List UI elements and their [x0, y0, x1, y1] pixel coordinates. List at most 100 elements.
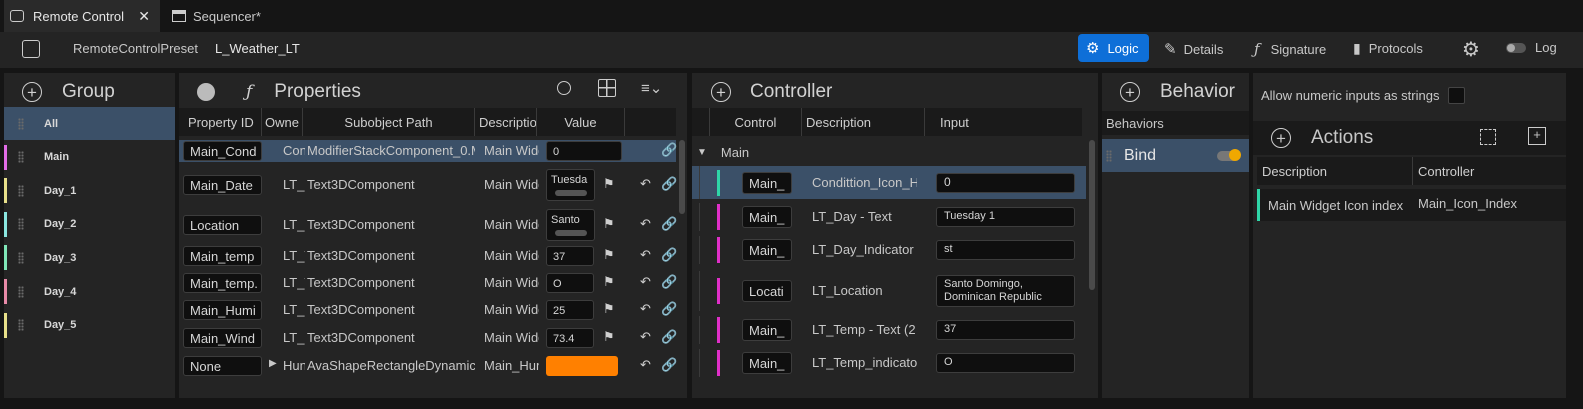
- drag-handle-icon[interactable]: [18, 151, 24, 164]
- close-icon[interactable]: ✕: [138, 8, 150, 25]
- value-field[interactable]: Tuesda: [546, 169, 595, 201]
- property-id-field[interactable]: Main_Wind: [183, 328, 262, 348]
- control-field[interactable]: Main_: [742, 239, 792, 261]
- link-icon[interactable]: 🔗: [661, 329, 677, 345]
- col-action-description[interactable]: Description: [1257, 157, 1413, 185]
- property-row[interactable]: Main_temp LT_TText3DComponent Main Widg 37 ⚑…: [179, 244, 677, 268]
- flag-icon[interactable]: ⚑: [603, 329, 615, 345]
- col-owner[interactable]: Owne: [262, 108, 303, 136]
- col-description[interactable]: Descriptio: [475, 108, 537, 136]
- add-controller-icon[interactable]: +: [711, 82, 731, 102]
- control-field[interactable]: Main_: [742, 171, 792, 194]
- action-row[interactable]: Main Widget Icon index Main_Icon_Index: [1257, 189, 1566, 221]
- drag-handle-icon[interactable]: [1106, 149, 1112, 162]
- col-value[interactable]: Value: [537, 108, 625, 136]
- control-field[interactable]: Main_: [742, 319, 792, 341]
- property-id-field[interactable]: Main_Humi: [183, 300, 262, 320]
- drag-handle-icon[interactable]: [18, 251, 24, 264]
- tab-sequencer[interactable]: Sequencer*: [166, 0, 296, 32]
- add-behavior-icon[interactable]: +: [1120, 82, 1140, 102]
- value-field[interactable]: 73.4: [546, 328, 594, 348]
- value-field[interactable]: Santo: [546, 209, 595, 241]
- link-icon[interactable]: 🔗: [661, 274, 677, 290]
- value-field[interactable]: 25: [546, 300, 594, 320]
- controller-row[interactable]: Main_ LT_Day_Indicator - st: [692, 236, 1086, 264]
- reset-arrow-icon[interactable]: ↶: [640, 247, 651, 263]
- controller-row[interactable]: Main_ LT_Day - Text Tuesday 1: [692, 203, 1086, 231]
- drag-handle-icon[interactable]: [18, 117, 24, 130]
- control-field[interactable]: Main_: [742, 352, 792, 374]
- properties-scrollbar[interactable]: [679, 140, 685, 214]
- flag-icon[interactable]: ⚑: [603, 216, 615, 232]
- drag-handle-icon[interactable]: [18, 184, 24, 197]
- flag-icon[interactable]: ⚑: [603, 176, 615, 192]
- reset-arrow-icon[interactable]: ↶: [640, 329, 651, 345]
- value-field[interactable]: 0: [546, 141, 622, 161]
- filter-icon[interactable]: ≡⌄: [641, 79, 662, 97]
- function-icon[interactable]: ƒ: [246, 82, 252, 102]
- property-id-field[interactable]: Main_Date: [183, 175, 262, 195]
- property-id-field[interactable]: Main_Cond: [183, 141, 262, 161]
- drag-handle-icon[interactable]: [18, 319, 24, 332]
- control-field[interactable]: Main_: [742, 206, 792, 228]
- controller-row[interactable]: Locati LT_Location Santo Domingo, Dominica…: [692, 271, 1086, 311]
- expand-arrow-icon[interactable]: ▶: [269, 358, 277, 369]
- value-field[interactable]: 37: [546, 246, 594, 266]
- search-icon[interactable]: [557, 81, 571, 95]
- log-toggle[interactable]: Log: [1506, 40, 1557, 55]
- property-row[interactable]: None ▶ Hun AvaShapeRectangleDynamicM Main_Hu…: [179, 353, 677, 379]
- controller-input[interactable]: st: [936, 240, 1075, 260]
- control-field[interactable]: Locati: [742, 280, 792, 302]
- select-area-icon[interactable]: [1480, 129, 1496, 145]
- flag-icon[interactable]: ⚑: [603, 274, 615, 290]
- group-item[interactable]: Day_4: [4, 275, 175, 308]
- color-value-swatch[interactable]: [546, 356, 618, 376]
- property-row[interactable]: Main_Humi LT_IText3DComponent Main Widg 25 ⚑…: [179, 298, 677, 322]
- reset-arrow-icon[interactable]: ↶: [640, 176, 651, 192]
- col-subobject-path[interactable]: Subobject Path: [303, 108, 475, 136]
- behavior-enabled-toggle[interactable]: [1217, 148, 1241, 161]
- group-item[interactable]: Day_3: [4, 241, 175, 274]
- reset-arrow-icon[interactable]: ↶: [640, 216, 651, 232]
- controller-group-main[interactable]: ▼ Main: [692, 140, 1082, 164]
- controller-row[interactable]: Main_ LT_Temp_indicato O: [692, 349, 1086, 377]
- property-id-field[interactable]: Location: [183, 215, 262, 235]
- controller-input[interactable]: Tuesday 1: [936, 207, 1075, 227]
- property-row[interactable]: Main_Date LT_IText3DComponent Main Widg Tue…: [179, 167, 677, 203]
- controller-input[interactable]: 0: [936, 172, 1075, 193]
- logic-mode-button[interactable]: ⚙ Logic: [1078, 34, 1149, 62]
- browse-preset-icon[interactable]: [22, 40, 40, 58]
- controller-scrollbar[interactable]: [1089, 140, 1095, 290]
- property-row[interactable]: Main_Cond Con ModifierStackComponent_0.M Ma…: [179, 140, 677, 162]
- reset-arrow-icon[interactable]: ↶: [640, 274, 651, 290]
- property-id-field[interactable]: Main_temp.: [183, 273, 262, 293]
- group-item[interactable]: Day_1: [4, 174, 175, 207]
- flag-icon[interactable]: ⚑: [603, 301, 615, 317]
- group-item[interactable]: Main: [4, 141, 175, 174]
- reset-arrow-icon[interactable]: ↶: [640, 301, 651, 317]
- add-box-icon[interactable]: +: [1528, 127, 1546, 145]
- allow-numeric-checkbox[interactable]: [1448, 87, 1465, 104]
- property-row[interactable]: Location LT_IText3DComponent Main Widg Sant…: [179, 207, 677, 243]
- controller-row[interactable]: Main_ LT_Temp - Text (2 37: [692, 316, 1086, 344]
- signature-mode-button[interactable]: ƒ Signature: [1254, 40, 1326, 58]
- controller-input[interactable]: O: [936, 353, 1075, 373]
- reset-arrow-icon[interactable]: ↶: [640, 357, 651, 373]
- property-row[interactable]: Main_temp. LT_TText3DComponent Main Widg O ⚑…: [179, 271, 677, 295]
- link-icon[interactable]: 🔗: [661, 216, 677, 232]
- actor-icon[interactable]: [197, 83, 215, 101]
- value-field[interactable]: O: [546, 273, 594, 293]
- details-mode-button[interactable]: ✎ Details: [1164, 40, 1223, 58]
- link-icon[interactable]: 🔗: [661, 142, 677, 158]
- add-group-icon[interactable]: +: [22, 82, 42, 102]
- drag-handle-icon[interactable]: [18, 285, 24, 298]
- col-action-controller[interactable]: Controller: [1413, 157, 1566, 185]
- group-item[interactable]: All: [4, 107, 175, 140]
- group-item[interactable]: Day_5: [4, 309, 175, 342]
- link-icon[interactable]: 🔗: [661, 247, 677, 263]
- grid-view-icon[interactable]: [598, 79, 616, 97]
- chevron-down-icon[interactable]: ▼: [697, 147, 707, 158]
- property-id-field[interactable]: Main_temp: [183, 246, 262, 266]
- link-icon[interactable]: 🔗: [661, 301, 677, 317]
- col-input[interactable]: Input: [925, 108, 1082, 136]
